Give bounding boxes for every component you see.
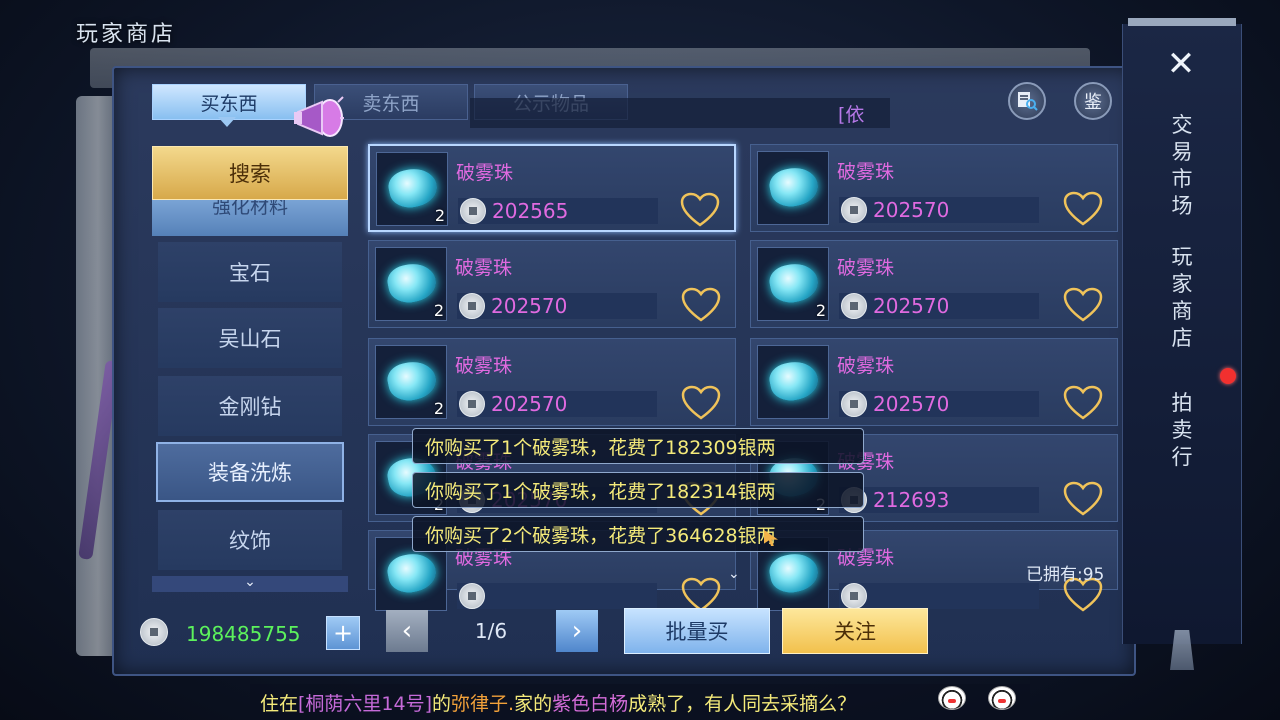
nav-trade-market[interactable]: 交易市场	[1168, 112, 1196, 220]
item-price: 202570	[873, 198, 950, 222]
search-button[interactable]: 搜索	[152, 146, 348, 200]
favorite-heart-icon[interactable]	[1063, 385, 1103, 421]
category-pattern[interactable]: 纹饰	[158, 510, 342, 570]
item-name: 破雾珠	[837, 257, 895, 279]
fog-pearl-gem-icon	[766, 549, 822, 597]
item-icon-frame[interactable]: 2	[757, 247, 829, 321]
favorite-heart-icon[interactable]	[1063, 191, 1103, 227]
purchase-message: 你购买了2个破雾珠，花费了364628银两	[412, 516, 864, 552]
megaphone-icon[interactable]	[292, 96, 344, 140]
price-field	[457, 583, 657, 609]
notice-ticker	[470, 98, 890, 128]
favorite-heart-icon[interactable]	[680, 192, 720, 228]
category-partial-item[interactable]: 强化材料	[152, 196, 348, 236]
item-icon-frame[interactable]	[757, 345, 829, 419]
chat-text: 的	[432, 692, 452, 715]
nav-auction-house[interactable]: 拍卖行	[1168, 390, 1196, 471]
item-quantity: 2	[434, 206, 445, 225]
category-equipment-refine[interactable]: 装备洗炼	[156, 442, 344, 502]
inspect-button[interactable]: 鉴	[1074, 82, 1112, 120]
item-name: 破雾珠	[455, 355, 513, 377]
item-price: 202570	[491, 392, 568, 416]
banner-rod-decoration	[1128, 18, 1236, 26]
chat-text: 住在	[260, 692, 299, 715]
fog-pearl-gem-icon	[766, 357, 822, 405]
panda-emoji-icon	[938, 686, 966, 710]
item-name: 破雾珠	[455, 257, 513, 279]
favorite-heart-icon[interactable]	[681, 287, 721, 323]
item-card[interactable]: 破雾珠 202570	[750, 144, 1118, 232]
item-icon-frame[interactable]: 2	[375, 247, 447, 321]
item-name: 破雾珠	[837, 355, 895, 377]
chat-ticker: 住在 [桐荫六里14号] 的 弥律子. 家的 紫色白杨 成熟了，有人同去采摘么？	[250, 684, 1030, 720]
window-title: 玩家商店	[76, 22, 177, 47]
fog-pearl-gem-icon	[384, 259, 440, 307]
item-icon-frame[interactable]	[757, 151, 829, 225]
silver-coin-icon	[140, 618, 168, 646]
silver-coin-icon	[459, 391, 485, 417]
page-indicator: 1/6	[474, 619, 508, 643]
item-price: 202570	[873, 392, 950, 416]
silver-coin-icon	[459, 583, 485, 609]
favorite-heart-icon[interactable]	[1063, 287, 1103, 323]
price-field	[839, 583, 1039, 609]
item-price: 202570	[491, 294, 568, 318]
wallet-balance: 198485755	[186, 622, 301, 646]
item-name: 破雾珠	[837, 161, 895, 183]
chat-plant-name: 紫色白杨	[552, 692, 629, 715]
item-quantity: 2	[433, 301, 444, 320]
item-icon-frame[interactable]: 2	[375, 345, 447, 419]
silver-coin-icon	[460, 198, 486, 224]
item-price: 212693	[873, 488, 950, 512]
silver-coin-icon	[841, 583, 867, 609]
fog-pearl-gem-icon	[385, 164, 441, 212]
item-card[interactable]: 2 破雾珠 202570	[368, 338, 736, 426]
fog-pearl-gem-icon	[384, 357, 440, 405]
silver-coin-icon	[841, 197, 867, 223]
item-quantity: 2	[815, 301, 826, 320]
owned-count: 已拥有:95	[1026, 565, 1105, 585]
nav-player-shop[interactable]: 玩家商店	[1168, 244, 1196, 352]
list-scroll-down-icon[interactable]: ⌄	[728, 566, 740, 582]
add-currency-button[interactable]: +	[326, 616, 360, 650]
close-button[interactable]: ✕	[1158, 44, 1204, 84]
fog-pearl-gem-icon	[384, 549, 440, 597]
tab-buy[interactable]: 买东西	[152, 84, 306, 120]
fog-pearl-gem-icon	[766, 259, 822, 307]
category-gem[interactable]: 宝石	[158, 242, 342, 302]
search-records-button[interactable]	[1008, 82, 1046, 120]
bulk-buy-button[interactable]: 批量买	[624, 608, 770, 654]
item-price: 202570	[873, 294, 950, 318]
panda-emoji-icon	[988, 686, 1016, 710]
next-page-button[interactable]: ›	[556, 610, 598, 652]
purchase-message: 你购买了1个破雾珠，花费了182314银两	[412, 472, 864, 508]
chat-text: 成熟了，有人同去采摘么？	[628, 692, 857, 715]
previous-page-button[interactable]: ‹	[386, 610, 428, 652]
category-diamond[interactable]: 金刚钻	[158, 376, 342, 436]
favorite-heart-icon[interactable]	[681, 385, 721, 421]
category-wushan-stone[interactable]: 吴山石	[158, 308, 342, 368]
item-name: 破雾珠	[456, 162, 514, 184]
chat-text: 家的	[514, 692, 553, 715]
item-card[interactable]: 破雾珠 202570	[750, 338, 1118, 426]
silver-coin-icon	[841, 391, 867, 417]
category-scroll-down-icon[interactable]: ⌄	[152, 575, 348, 592]
item-quantity: 2	[433, 399, 444, 418]
chat-player-link[interactable]: 弥律子.	[451, 689, 514, 716]
silver-coin-icon	[841, 293, 867, 319]
purchase-message: 你购买了1个破雾珠，花费了182309银两	[412, 428, 864, 464]
silver-coin-icon	[459, 293, 485, 319]
item-price: 202565	[492, 199, 569, 223]
item-card[interactable]: 2 破雾珠 202565	[368, 144, 736, 232]
chat-location-link[interactable]: [桐荫六里14号]	[298, 689, 432, 716]
notice-text: [依	[838, 104, 865, 126]
item-card[interactable]: 2 破雾珠 202570	[750, 240, 1118, 328]
fog-pearl-gem-icon	[766, 163, 822, 211]
favorite-heart-icon[interactable]	[1063, 481, 1103, 517]
follow-button[interactable]: 关注	[782, 608, 928, 654]
item-card[interactable]: 2 破雾珠 202570	[368, 240, 736, 328]
item-icon-frame[interactable]: 2	[376, 152, 448, 226]
magnifier-doc-icon	[1018, 92, 1038, 111]
notification-dot	[1220, 368, 1236, 384]
